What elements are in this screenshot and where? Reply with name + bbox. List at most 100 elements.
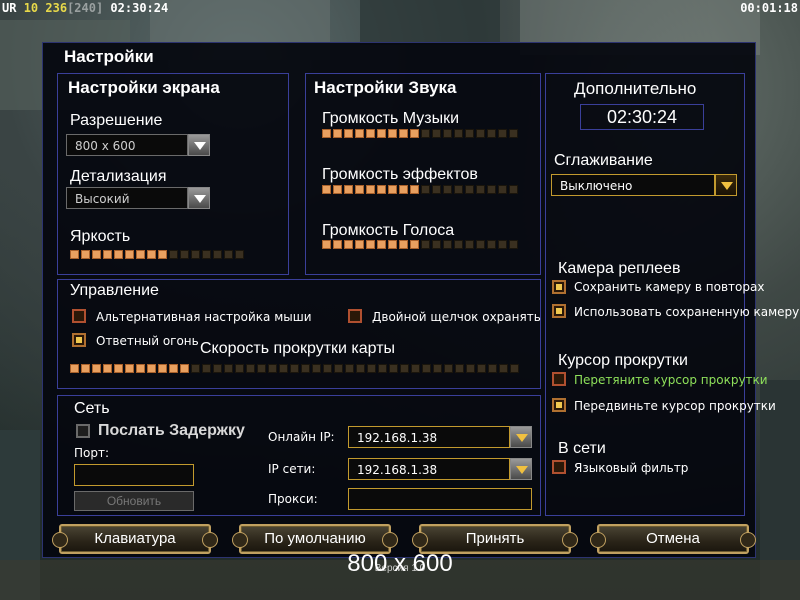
slider-segment[interactable] <box>421 129 430 138</box>
alt-mouse-checkbox[interactable] <box>72 309 86 323</box>
slider-segment[interactable] <box>377 240 386 249</box>
slider-segment[interactable] <box>433 364 442 373</box>
slider-segment[interactable] <box>366 240 375 249</box>
slider-segment[interactable] <box>455 364 464 373</box>
chevron-down-icon[interactable] <box>188 187 210 209</box>
slider-segment[interactable] <box>454 240 463 249</box>
slider-segment[interactable] <box>158 250 167 259</box>
slider-segment[interactable] <box>322 240 331 249</box>
slider-segment[interactable] <box>399 185 408 194</box>
slider-segment[interactable] <box>356 364 365 373</box>
slider-segment[interactable] <box>333 185 342 194</box>
slider-segment[interactable] <box>400 364 409 373</box>
slider-segment[interactable] <box>389 364 398 373</box>
lan-ip-dropdown[interactable]: 192.168.1.38 <box>348 458 532 480</box>
slider-segment[interactable] <box>290 364 299 373</box>
slider-segment[interactable] <box>366 185 375 194</box>
slider-segment[interactable] <box>114 250 123 259</box>
slider-segment[interactable] <box>476 185 485 194</box>
slider-segment[interactable] <box>81 250 90 259</box>
slider-segment[interactable] <box>498 240 507 249</box>
slider-segment[interactable] <box>421 240 430 249</box>
slider-segment[interactable] <box>476 240 485 249</box>
slider-segment[interactable] <box>147 250 156 259</box>
port-field[interactable] <box>74 464 194 486</box>
slider-segment[interactable] <box>454 185 463 194</box>
slider-segment[interactable] <box>355 185 364 194</box>
slider-segment[interactable] <box>333 129 342 138</box>
slider-segment[interactable] <box>399 129 408 138</box>
replay-save-camera-checkbox[interactable] <box>552 280 566 294</box>
slider-segment[interactable] <box>224 364 233 373</box>
slider-segment[interactable] <box>465 129 474 138</box>
slider-segment[interactable] <box>377 129 386 138</box>
slider-segment[interactable] <box>432 240 441 249</box>
slider-segment[interactable] <box>323 364 332 373</box>
send-delay-checkbox[interactable] <box>76 424 90 438</box>
slider-segment[interactable] <box>125 250 134 259</box>
slider-segment[interactable] <box>202 250 211 259</box>
slider-segment[interactable] <box>103 364 112 373</box>
slider-segment[interactable] <box>180 364 189 373</box>
slider-segment[interactable] <box>344 185 353 194</box>
slider-segment[interactable] <box>81 364 90 373</box>
slider-segment[interactable] <box>410 240 419 249</box>
slider-segment[interactable] <box>388 240 397 249</box>
slider-segment[interactable] <box>465 240 474 249</box>
proxy-field[interactable] <box>348 488 532 510</box>
slider-segment[interactable] <box>510 364 519 373</box>
effects-volume-slider[interactable] <box>322 185 518 195</box>
slider-segment[interactable] <box>92 250 101 259</box>
slider-segment[interactable] <box>268 364 277 373</box>
scroll-speed-slider[interactable] <box>70 364 519 374</box>
slider-segment[interactable] <box>355 129 364 138</box>
refresh-button[interactable]: Обновить <box>74 491 194 511</box>
slider-segment[interactable] <box>487 185 496 194</box>
slider-segment[interactable] <box>488 364 497 373</box>
slider-segment[interactable] <box>103 250 112 259</box>
slider-segment[interactable] <box>421 185 430 194</box>
slider-segment[interactable] <box>70 364 79 373</box>
slider-segment[interactable] <box>147 364 156 373</box>
slider-segment[interactable] <box>476 129 485 138</box>
slider-segment[interactable] <box>498 129 507 138</box>
slider-segment[interactable] <box>257 364 266 373</box>
language-filter-checkbox[interactable] <box>552 460 566 474</box>
slider-segment[interactable] <box>443 185 452 194</box>
slider-segment[interactable] <box>213 250 222 259</box>
slider-segment[interactable] <box>432 129 441 138</box>
slider-segment[interactable] <box>367 364 376 373</box>
slider-segment[interactable] <box>169 250 178 259</box>
slider-segment[interactable] <box>498 185 507 194</box>
slider-segment[interactable] <box>224 250 233 259</box>
slider-segment[interactable] <box>312 364 321 373</box>
slider-segment[interactable] <box>158 364 167 373</box>
slider-segment[interactable] <box>388 185 397 194</box>
slider-segment[interactable] <box>334 364 343 373</box>
scroll-move-checkbox[interactable] <box>552 398 566 412</box>
slider-segment[interactable] <box>279 364 288 373</box>
slider-segment[interactable] <box>422 364 431 373</box>
slider-segment[interactable] <box>378 364 387 373</box>
scroll-drag-checkbox[interactable] <box>552 372 566 386</box>
detail-dropdown[interactable]: Высокий <box>66 187 210 209</box>
slider-segment[interactable] <box>92 364 101 373</box>
slider-segment[interactable] <box>499 364 508 373</box>
slider-segment[interactable] <box>509 185 518 194</box>
slider-segment[interactable] <box>509 129 518 138</box>
slider-segment[interactable] <box>466 364 475 373</box>
slider-segment[interactable] <box>345 364 354 373</box>
voice-volume-slider[interactable] <box>322 240 518 250</box>
double-click-guard-checkbox[interactable] <box>348 309 362 323</box>
slider-segment[interactable] <box>454 129 463 138</box>
chevron-down-icon[interactable] <box>510 426 532 448</box>
slider-segment[interactable] <box>366 129 375 138</box>
slider-segment[interactable] <box>191 250 200 259</box>
slider-segment[interactable] <box>235 364 244 373</box>
slider-segment[interactable] <box>125 364 134 373</box>
slider-segment[interactable] <box>410 129 419 138</box>
slider-segment[interactable] <box>477 364 486 373</box>
chevron-down-icon[interactable] <box>715 174 737 196</box>
replay-use-saved-camera-checkbox[interactable] <box>552 304 566 318</box>
slider-segment[interactable] <box>399 240 408 249</box>
